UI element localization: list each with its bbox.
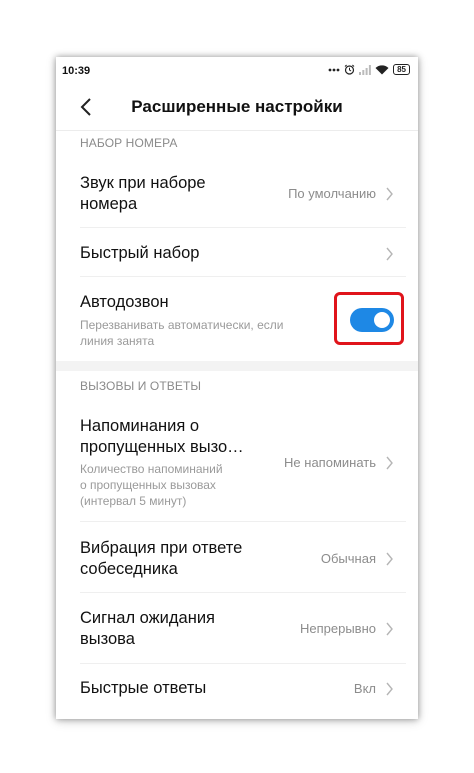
chevron-right-icon bbox=[386, 247, 393, 261]
alarm-icon bbox=[344, 64, 355, 75]
item-value: Не напоминать bbox=[284, 455, 376, 470]
item-title: Сигнал ожидания bbox=[80, 609, 215, 627]
battery-icon: 85 bbox=[393, 64, 410, 75]
status-icons: 85 bbox=[328, 64, 410, 75]
item-title: Вибрация при ответе bbox=[80, 539, 243, 557]
phone-screen: 10:39 85 Расширенные настройки НАБОР НОМ… bbox=[56, 57, 418, 719]
item-title: вызова bbox=[80, 630, 135, 648]
chevron-right-icon bbox=[386, 622, 393, 636]
section-header-calls: ВЫЗОВЫ И ОТВЕТЫ bbox=[80, 379, 202, 393]
divider bbox=[80, 227, 406, 228]
divider bbox=[80, 521, 406, 522]
divider bbox=[80, 592, 406, 593]
header: Расширенные настройки bbox=[56, 87, 418, 127]
item-title: номера bbox=[80, 195, 138, 213]
toggle-knob bbox=[374, 312, 390, 328]
divider bbox=[80, 663, 406, 664]
status-bar: 10:39 85 bbox=[56, 57, 418, 83]
item-subtitle: о пропущенных вызовах bbox=[80, 478, 216, 492]
signal-icon bbox=[359, 64, 371, 75]
chevron-right-icon bbox=[386, 552, 393, 566]
item-value: Вкл bbox=[353, 681, 376, 696]
item-title: Напоминания о bbox=[80, 417, 200, 435]
section-header-dialing: НАБОР НОМЕРА bbox=[80, 136, 178, 150]
more-dots-icon bbox=[328, 68, 340, 72]
item-subtitle: (интервал 5 минут) bbox=[80, 494, 187, 508]
status-time: 10:39 bbox=[62, 65, 91, 77]
chevron-right-icon bbox=[386, 456, 393, 470]
item-subtitle: линия занята bbox=[80, 334, 155, 348]
section-separator bbox=[56, 361, 418, 371]
item-title: пропущенных вызо… bbox=[80, 438, 244, 456]
wifi-icon bbox=[375, 64, 389, 75]
item-title: Звук при наборе bbox=[80, 174, 206, 192]
item-value: Обычная bbox=[320, 551, 376, 566]
item-title: Быстрый набор bbox=[80, 244, 200, 262]
item-title: Быстрые ответы bbox=[80, 679, 207, 697]
page-title: Расширенные настройки bbox=[131, 97, 343, 116]
chevron-right-icon bbox=[386, 682, 393, 696]
item-value: Непрерывно bbox=[299, 621, 376, 636]
chevron-right-icon bbox=[386, 187, 393, 201]
item-subtitle: Перезванивать автоматически, если bbox=[80, 318, 284, 332]
item-subtitle: Количество напоминаний bbox=[80, 462, 223, 476]
divider bbox=[80, 276, 406, 277]
item-value: По умолчанию bbox=[288, 186, 376, 201]
divider bbox=[56, 130, 418, 131]
item-title: Автодозвон bbox=[80, 293, 169, 311]
auto-redial-toggle[interactable] bbox=[350, 308, 394, 332]
item-title: собеседника bbox=[80, 560, 178, 578]
